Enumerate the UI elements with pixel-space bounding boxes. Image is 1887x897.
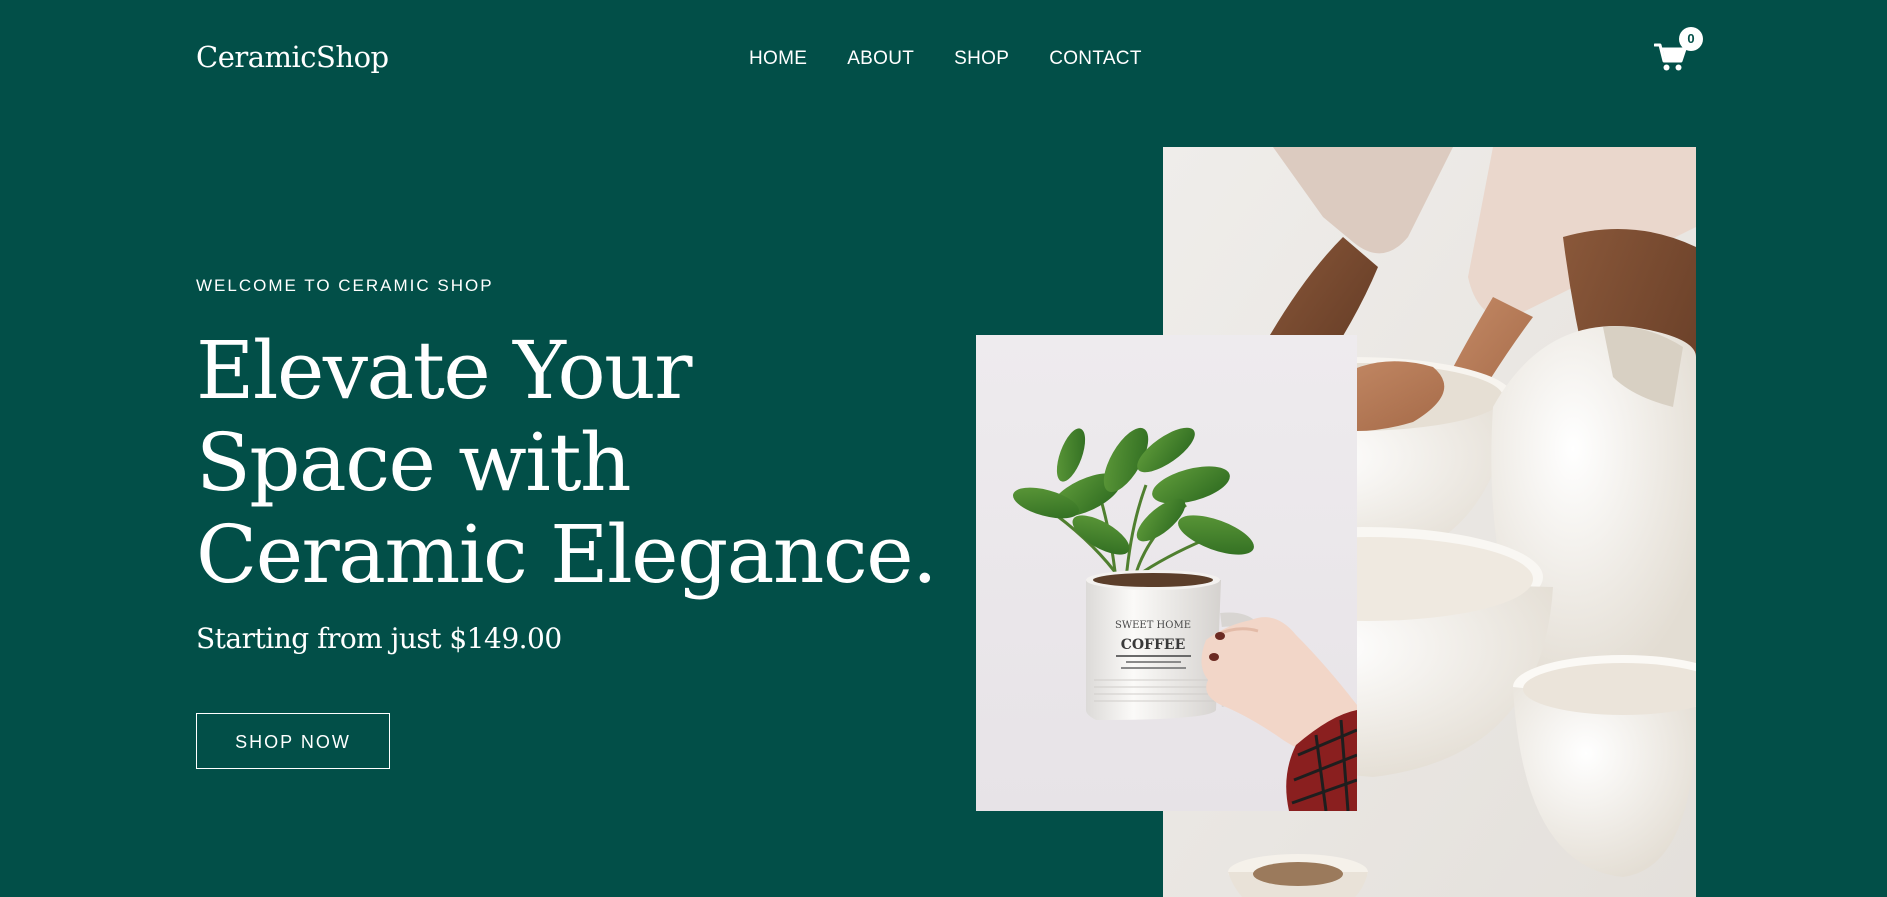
nav-item-about: ABOUT: [847, 48, 914, 70]
nav-link-about[interactable]: ABOUT: [847, 48, 914, 69]
headline-line: Space with: [196, 416, 632, 509]
mug-print-line: SWEET HOME: [1115, 620, 1191, 631]
nav-link-shop[interactable]: SHOP: [954, 48, 1009, 69]
hero-image-plant-mug: SWEET HOME COFFEE: [976, 335, 1357, 811]
cart-count-badge: 0: [1679, 27, 1703, 51]
hero-headline: Elevate Your Space with Ceramic Elegance…: [196, 325, 956, 601]
nav-item-home: HOME: [749, 48, 807, 70]
hero-price-line: Starting from just $149.00: [196, 622, 562, 655]
nav-link-home[interactable]: HOME: [749, 48, 807, 69]
main-nav: HOME ABOUT SHOP CONTACT: [749, 48, 1142, 70]
nav-link-contact[interactable]: CONTACT: [1049, 48, 1142, 69]
site-logo[interactable]: CeramicShop: [196, 40, 389, 74]
nav-item-contact: CONTACT: [1049, 48, 1142, 70]
headline-line: Elevate Your: [196, 324, 692, 417]
hero-eyebrow: WELCOME TO CERAMIC SHOP: [196, 276, 494, 295]
shop-now-button[interactable]: SHOP NOW: [196, 713, 390, 769]
mug-print-title: COFFEE: [1121, 637, 1186, 653]
plant-mug-photo: SWEET HOME COFFEE: [976, 335, 1357, 811]
page: CeramicShop HOME ABOUT SHOP CONTACT 0 WE…: [0, 0, 1887, 897]
headline-line: Ceramic Elegance.: [196, 508, 938, 601]
nav-item-shop: SHOP: [954, 48, 1009, 70]
